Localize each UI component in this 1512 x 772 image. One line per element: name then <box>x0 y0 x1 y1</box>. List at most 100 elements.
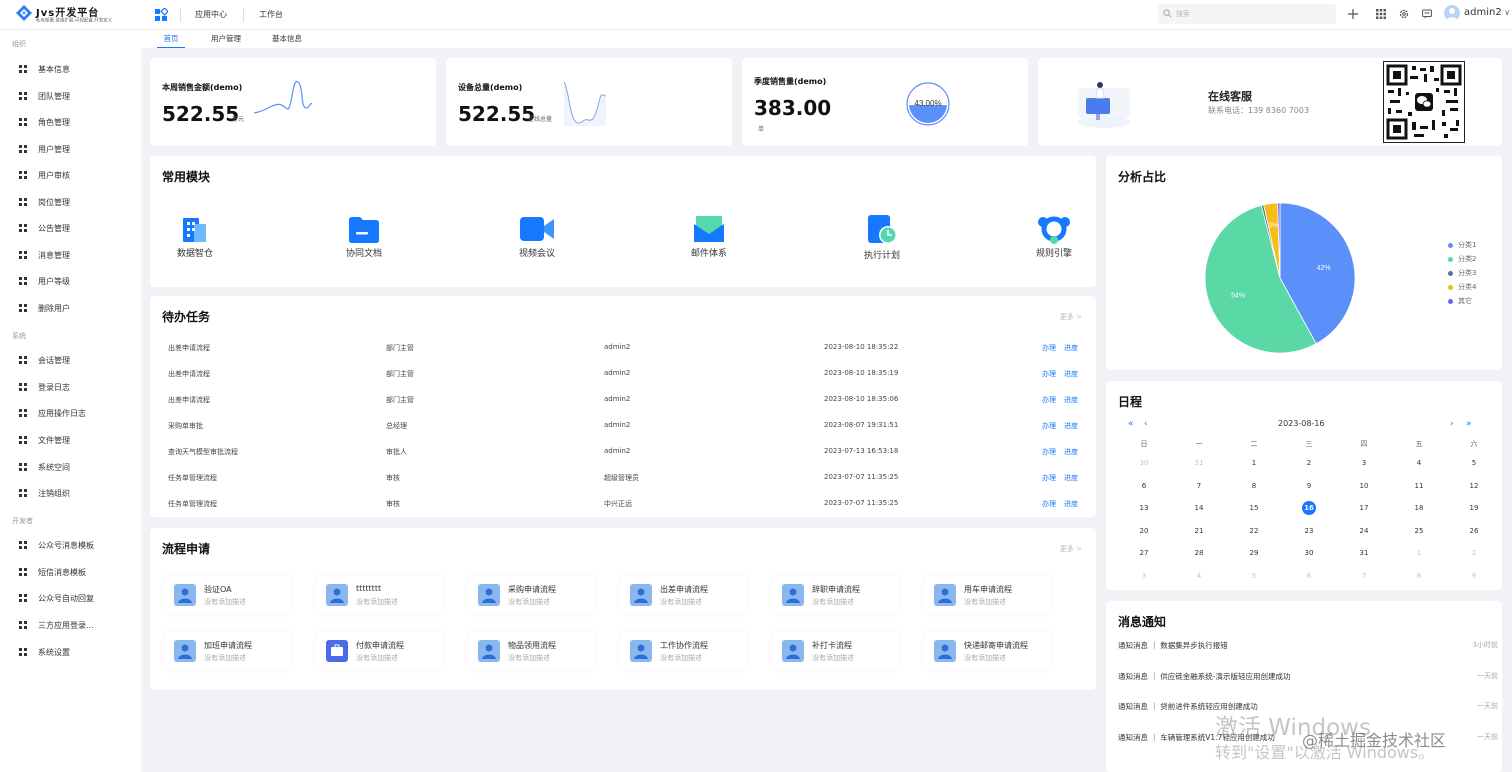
progress-button[interactable]: 进度 <box>1064 395 1078 405</box>
calendar-day[interactable]: 21 <box>1170 527 1228 549</box>
message-icon[interactable] <box>1419 6 1435 22</box>
handle-button[interactable]: 办理 <box>1042 473 1056 483</box>
table-row[interactable]: 查询天气模型审批流程 审批人 admin2 2023-07-13 16:53:18 办理… <box>150 438 1098 464</box>
calendar-day[interactable]: 31 <box>1335 549 1393 571</box>
sidebar-item-third-party-login[interactable]: 三方应用登录... <box>0 615 141 635</box>
process-card[interactable]: 快递邮寄申请流程 没有添加描述 <box>924 632 1050 670</box>
sidebar-item-app-log[interactable]: 应用操作日志 <box>0 403 141 423</box>
sidebar-item-space[interactable]: 系统空间 <box>0 457 141 477</box>
module-collab-docs[interactable]: 协同文档 <box>334 214 394 259</box>
legend-item[interactable]: 分类1 <box>1448 240 1476 254</box>
sidebar-item-sms-template[interactable]: 短信消息模板 <box>0 562 141 582</box>
calendar-day[interactable]: 3 <box>1335 459 1393 481</box>
process-card[interactable]: 采购申请流程 没有添加描述 <box>468 576 594 614</box>
calendar-day[interactable]: 10 <box>1335 482 1393 504</box>
calendar-day[interactable]: 27 <box>1115 549 1173 571</box>
sidebar-item-login-log[interactable]: 登录日志 <box>0 377 141 397</box>
calendar-day[interactable]: 11 <box>1390 482 1448 504</box>
progress-button[interactable]: 进度 <box>1064 343 1078 353</box>
module-rule-engine[interactable]: 规则引擎 <box>1024 214 1084 259</box>
prev-year-icon[interactable]: « <box>1128 419 1133 429</box>
handle-button[interactable]: 办理 <box>1042 499 1056 509</box>
qr-code[interactable] <box>1383 61 1465 143</box>
app-logo[interactable]: Jvs开发平台 私有部署,普通扩展,可视配置,开发定义 <box>16 3 140 27</box>
nav-app-center[interactable]: 应用中心 <box>195 9 227 20</box>
sidebar-item-user-review[interactable]: 用户审核 <box>0 165 141 185</box>
sidebar-item-wechat-template[interactable]: 公众号消息模板 <box>0 535 141 555</box>
process-card[interactable]: 补打卡流程 没有添加描述 <box>772 632 898 670</box>
apps-grid-icon[interactable] <box>1373 6 1389 22</box>
calendar-day[interactable]: 7 <box>1170 482 1228 504</box>
calendar-day[interactable]: 15 <box>1225 504 1283 526</box>
sidebar-item-basic-info[interactable]: 基本信息 <box>0 59 141 79</box>
table-row[interactable]: 采购单审批 总经理 admin2 2023-08-07 19:31:51 办理 进度 <box>150 412 1098 438</box>
module-execution-plan[interactable]: 执行计划 <box>852 214 912 261</box>
handle-button[interactable]: 办理 <box>1042 447 1056 457</box>
calendar-day[interactable]: 1 <box>1390 549 1448 571</box>
table-row[interactable]: 出差申请流程 部门主管 admin2 2023-08-10 18:35:06 办理 进度 <box>150 386 1098 412</box>
process-card[interactable]: 物品领用流程 没有添加描述 <box>468 632 594 670</box>
sidebar-item-messages[interactable]: 消息管理 <box>0 245 141 265</box>
process-card[interactable]: 工作协作流程 没有添加描述 <box>620 632 746 670</box>
handle-button[interactable]: 办理 <box>1042 421 1056 431</box>
process-card[interactable]: 辞职申请流程 没有添加描述 <box>772 576 898 614</box>
calendar-day[interactable]: 4 <box>1390 459 1448 481</box>
calendar-day[interactable]: 26 <box>1445 527 1503 549</box>
calendar-day[interactable]: 25 <box>1390 527 1448 549</box>
progress-button[interactable]: 进度 <box>1064 499 1078 509</box>
nav-workbench[interactable]: 工作台 <box>259 9 283 20</box>
calendar-day[interactable]: 18 <box>1390 504 1448 526</box>
legend-item[interactable]: 其它 <box>1448 296 1476 310</box>
sidebar-item-deregister[interactable]: 注销组织 <box>0 483 141 503</box>
module-video-meeting[interactable]: 视频会议 <box>507 214 567 259</box>
calendar-day[interactable]: 12 <box>1445 482 1503 504</box>
notice-item[interactable]: 通知消息 ｜ 供应链金融系统-演示版轻应用创建成功 一天前 <box>1118 671 1498 691</box>
table-row[interactable]: 出差申请流程 部门主管 admin2 2023-08-10 18:35:19 办理 进度 <box>150 360 1098 386</box>
sidebar-item-team[interactable]: 团队管理 <box>0 86 141 106</box>
module-mail-system[interactable]: 邮件体系 <box>679 214 739 259</box>
next-year-icon[interactable]: » <box>1466 419 1471 429</box>
calendar-day[interactable]: 7 <box>1335 572 1393 594</box>
search-input[interactable]: 搜索 <box>1158 4 1336 24</box>
sidebar-item-user-level[interactable]: 用户等级 <box>0 271 141 291</box>
process-card[interactable]: tttttttt 没有添加描述 <box>316 576 442 614</box>
calendar-day-today[interactable]: 16 <box>1280 501 1338 526</box>
sidebar-item-auto-reply[interactable]: 公众号自动回复 <box>0 588 141 608</box>
sidebar-item-deleted-users[interactable]: 删除用户 <box>0 298 141 318</box>
calendar-day[interactable]: 30 <box>1280 549 1338 571</box>
calendar-day[interactable]: 5 <box>1445 459 1503 481</box>
legend-item[interactable]: 分类3 <box>1448 268 1476 282</box>
progress-button[interactable]: 进度 <box>1064 369 1078 379</box>
calendar-day[interactable]: 28 <box>1170 549 1228 571</box>
more-link[interactable]: 更多 > <box>1060 312 1082 322</box>
process-card[interactable]: 付款申请流程 没有添加描述 <box>316 632 442 670</box>
process-card[interactable]: 出差申请流程 没有添加描述 <box>620 576 746 614</box>
sidebar-item-sessions[interactable]: 会话管理 <box>0 350 141 370</box>
process-card[interactable]: 加班申请流程 没有添加描述 <box>164 632 290 670</box>
calendar-day[interactable]: 8 <box>1225 482 1283 504</box>
calendar-day[interactable]: 4 <box>1170 572 1228 594</box>
handle-button[interactable]: 办理 <box>1042 395 1056 405</box>
table-row[interactable]: 任务单管理流程 审核 超级管理员 2023-07-07 11:35:25 办理 进度 <box>150 464 1098 490</box>
legend-item[interactable]: 分类4 <box>1448 282 1476 296</box>
calendar-day[interactable]: 9 <box>1445 572 1503 594</box>
calendar-day[interactable]: 8 <box>1390 572 1448 594</box>
tab-user-management[interactable]: 用户管理 <box>211 33 241 44</box>
process-card[interactable]: 验证OA 没有添加描述 <box>164 576 290 614</box>
calendar-day[interactable]: 5 <box>1225 572 1283 594</box>
progress-button[interactable]: 进度 <box>1064 447 1078 457</box>
calendar-day[interactable]: 22 <box>1225 527 1283 549</box>
calendar-day[interactable]: 6 <box>1280 572 1338 594</box>
progress-button[interactable]: 进度 <box>1064 473 1078 483</box>
sidebar-item-roles[interactable]: 角色管理 <box>0 112 141 132</box>
calendar-day[interactable]: 31 <box>1170 459 1228 481</box>
calendar-day[interactable]: 14 <box>1170 504 1228 526</box>
calendar-day[interactable]: 24 <box>1335 527 1393 549</box>
settings-gear-icon[interactable] <box>1396 6 1412 22</box>
calendar-day[interactable]: 30 <box>1115 459 1173 481</box>
calendar-day[interactable]: 19 <box>1445 504 1503 526</box>
calendar-day[interactable]: 13 <box>1115 504 1173 526</box>
table-row[interactable]: 任务单管理流程 审核 中兴正远 2023-07-07 11:35:25 办理 进度 <box>150 490 1098 516</box>
prev-month-icon[interactable]: ‹ <box>1144 419 1148 429</box>
process-card[interactable]: 用车申请流程 没有添加描述 <box>924 576 1050 614</box>
